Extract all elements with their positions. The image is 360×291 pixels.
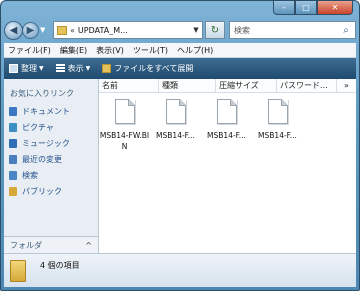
search-folder-icon [9, 170, 17, 180]
folder-icon [57, 25, 67, 35]
address-bar[interactable]: « UPDATA_M... ▼ [53, 21, 203, 39]
file-list: 名前 種類 圧縮サイズ パスワード... » MSB14-FW.BIN MSB1… [99, 79, 356, 253]
chevron-down-icon: ▼ [39, 65, 44, 72]
nav-item-documents[interactable]: ドキュメント [9, 103, 98, 119]
address-row: ◀ ▶ ▼ « UPDATA_M... ▼ ↻ 検索 ⌕ [4, 19, 356, 41]
column-headers: 名前 種類 圧縮サイズ パスワード... » [99, 79, 356, 93]
public-folder-icon [9, 186, 17, 196]
caption-buttons: – □ ✕ [273, 1, 353, 15]
item-count: 4 個の項目 [40, 261, 80, 270]
extract-all-button[interactable]: ファイルをすべて展開 [102, 63, 193, 74]
search-box[interactable]: 検索 ⌕ [229, 21, 356, 39]
nav-item-public[interactable]: パブリック [9, 183, 98, 199]
documents-icon [9, 106, 17, 116]
extract-all-label: ファイルをすべて展開 [114, 64, 194, 73]
file-grid: MSB14-FW.BIN MSB14-F... MSB14-F... MSB14… [99, 93, 356, 152]
organize-label: 整理 [21, 64, 37, 73]
maximize-button[interactable]: □ [295, 1, 317, 15]
file-name: MSB14-F... [258, 131, 297, 140]
history-dropdown-icon[interactable]: ▼ [40, 26, 50, 34]
content-area: お気に入りリンク ドキュメント ピクチャ ミュージック 最近の変更 検索 パブリ… [4, 79, 356, 253]
extract-folder-icon [102, 64, 112, 73]
column-name[interactable]: 名前 [99, 79, 159, 93]
views-button[interactable]: 表示 ▼ [55, 63, 91, 74]
column-type[interactable]: 種類 [159, 79, 216, 93]
file-item[interactable]: MSB14-F... [252, 99, 303, 152]
zip-folder-icon [10, 259, 26, 282]
nav-item-recent[interactable]: 最近の変更 [9, 151, 98, 167]
nav-item-pictures[interactable]: ピクチャ [9, 119, 98, 135]
menu-view[interactable]: 表示(V) [96, 45, 124, 56]
nav-item-searches[interactable]: 検索 [9, 167, 98, 183]
refresh-icon: ↻ [210, 24, 220, 36]
file-item[interactable]: MSB14-F... [201, 99, 252, 152]
nav-item-label: ドキュメント [22, 106, 70, 116]
file-item[interactable]: MSB14-F... [150, 99, 201, 152]
address-prefix[interactable]: « [70, 26, 75, 35]
minimize-button[interactable]: – [273, 1, 295, 15]
recent-icon [9, 154, 17, 164]
file-name: MSB14-F... [156, 131, 195, 140]
nav-item-label: 最近の変更 [22, 154, 62, 164]
nav-item-music[interactable]: ミュージック [9, 135, 98, 151]
pictures-icon [9, 122, 17, 132]
search-icon[interactable]: ⌕ [337, 25, 355, 36]
close-button[interactable]: ✕ [317, 1, 353, 15]
folders-label: フォルダ [10, 240, 42, 250]
back-button[interactable]: ◀ [4, 20, 23, 40]
details-pane: 4 個の項目 [4, 253, 356, 287]
favorite-links-list: ドキュメント ピクチャ ミュージック 最近の変更 検索 パブリック [4, 103, 98, 199]
chevron-up-icon: ^ [85, 240, 92, 250]
command-toolbar: 整理 ▼ 表示 ▼ ファイルをすべて展開 [4, 58, 356, 79]
refresh-button[interactable]: ↻ [205, 21, 225, 39]
menu-bar: ファイル(F) 編集(E) 表示(V) ツール(T) ヘルプ(H) [4, 43, 356, 58]
navigation-pane: お気に入りリンク ドキュメント ピクチャ ミュージック 最近の変更 検索 パブリ… [4, 79, 99, 253]
file-item[interactable]: MSB14-FW.BIN [99, 99, 150, 152]
chevron-down-icon: ▼ [85, 65, 91, 72]
menu-help[interactable]: ヘルプ(H) [177, 45, 213, 56]
views-label: 表示 [67, 64, 84, 73]
nav-item-label: 検索 [22, 170, 38, 180]
column-compressed-size[interactable]: 圧縮サイズ [216, 79, 277, 93]
organize-button[interactable]: 整理 ▼ [9, 63, 44, 74]
column-password[interactable]: パスワード... [277, 79, 337, 93]
favorite-links-heading: お気に入りリンク [10, 89, 74, 98]
file-icon [216, 99, 237, 124]
back-arrow-icon: ◀ [9, 24, 18, 36]
nav-item-label: ピクチャ [22, 122, 54, 132]
music-icon [9, 138, 17, 148]
file-icon [114, 99, 135, 124]
file-icon [165, 99, 186, 124]
file-name: MSB14-FW.BIN [99, 131, 150, 151]
menu-tools[interactable]: ツール(T) [133, 45, 168, 56]
nav-item-label: ミュージック [22, 138, 70, 148]
search-input[interactable]: 検索 [234, 25, 337, 36]
address-dropdown-icon[interactable]: ▼ [190, 26, 202, 34]
menu-edit[interactable]: 編集(E) [60, 45, 87, 56]
address-path[interactable]: UPDATA_M... [78, 26, 190, 35]
views-icon [55, 64, 65, 73]
forward-arrow-icon: ▶ [26, 24, 35, 36]
file-icon [267, 99, 288, 124]
menu-file[interactable]: ファイル(F) [8, 45, 51, 56]
forward-button[interactable]: ▶ [22, 21, 39, 39]
nav-item-label: パブリック [22, 186, 62, 196]
more-columns-icon[interactable]: » [337, 79, 356, 93]
file-name: MSB14-F... [207, 131, 246, 140]
organize-icon [9, 64, 18, 73]
folders-toggle[interactable]: フォルダ ^ [4, 236, 98, 253]
